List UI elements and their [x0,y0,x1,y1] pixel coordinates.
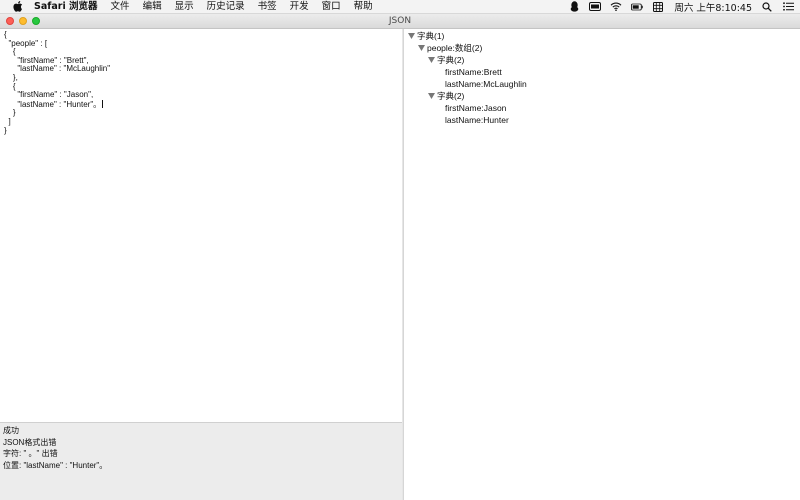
menu-history[interactable]: 历史记录 [207,0,245,14]
tree-node-label: 字典(2) [437,55,465,65]
input-method-icon[interactable] [652,1,664,12]
status-area: 周六 上午8:10:45 [559,0,800,14]
clock[interactable]: 周六 上午8:10:45 [674,0,752,14]
disclosure-triangle-icon[interactable] [408,33,415,40]
editor-line: } [4,125,7,135]
tree-node-dict-2[interactable]: 字典(2) [404,90,800,102]
wifi-icon[interactable] [610,2,622,12]
menu-app-name[interactable]: Safari 浏览器 [34,0,98,14]
menu-view[interactable]: 显示 [175,0,194,14]
editor-line: "firstName" : "Jason", [4,90,94,100]
menu-help[interactable]: 帮助 [354,0,373,14]
battery-icon[interactable] [631,2,644,12]
tree-leaf[interactable]: lastName:McLaughlin [404,78,800,90]
tree-node-label: 字典(1) [417,31,445,41]
menu-window[interactable]: 窗口 [322,0,341,14]
editor-line: "lastName" : "McLaughlin" [4,64,111,74]
list-icon[interactable] [782,2,794,12]
json-window: JSON { "people" : [ { "firstName" : "Bre… [0,14,800,500]
search-icon[interactable] [761,1,773,12]
menu-bar: Safari 浏览器 文件 编辑 显示 历史记录 书签 开发 窗口 帮助 周六 … [0,0,800,14]
status-error-char: 字符: " 。" 出错 [3,449,58,458]
disclosure-triangle-icon[interactable] [428,57,435,64]
disclosure-triangle-icon[interactable] [428,93,435,100]
text-caret [102,99,104,108]
tree-node-people[interactable]: people:数组(2) [404,42,800,54]
menu-bookmarks[interactable]: 书签 [258,0,277,14]
status-success: 成功 [3,426,19,435]
tree-node-label: lastName:McLaughlin [445,79,527,89]
tree-leaf[interactable]: lastName:Hunter [404,114,800,126]
window-titlebar[interactable]: JSON [0,14,800,29]
menu-edit[interactable]: 编辑 [143,0,162,14]
tree-node-label: firstName:Jason [445,103,507,113]
tree-node-label: firstName:Brett [445,67,502,77]
menu-file[interactable]: 文件 [111,0,130,14]
tree-node-dict-1[interactable]: 字典(2) [404,54,800,66]
status-error-title: JSON格式出错 [3,437,57,447]
validation-output: 成功 JSON格式出错 字符: " 。" 出错 位置: "lastName" :… [0,422,402,500]
editor-line: "lastName" : "Hunter"。 [4,99,102,109]
keyboard-input-icon[interactable] [589,2,602,12]
tree-node-label: 字典(2) [437,91,465,101]
json-tree: 字典(1) people:数组(2) 字典(2) firstName:Brett… [404,29,800,500]
tree-node-root[interactable]: 字典(1) [404,30,800,42]
apple-menu-icon[interactable] [12,1,24,13]
disclosure-triangle-icon[interactable] [418,45,425,52]
json-editor[interactable]: { "people" : [ { "firstName" : "Brett", … [0,29,402,422]
tree-leaf[interactable]: firstName:Brett [404,66,800,78]
window-title: JSON [388,16,412,26]
tree-node-label: people:数组(2) [427,43,483,53]
json-editor-text[interactable]: { "people" : [ { "firstName" : "Brett", … [4,30,402,135]
tree-node-label: lastName:Hunter [445,115,509,125]
menu-develop[interactable]: 开发 [290,0,309,14]
tree-leaf[interactable]: firstName:Jason [404,102,800,114]
qq-penguin-icon[interactable] [568,1,580,12]
status-error-position: 位置: "lastName" : "Hunter"。 [3,460,108,470]
